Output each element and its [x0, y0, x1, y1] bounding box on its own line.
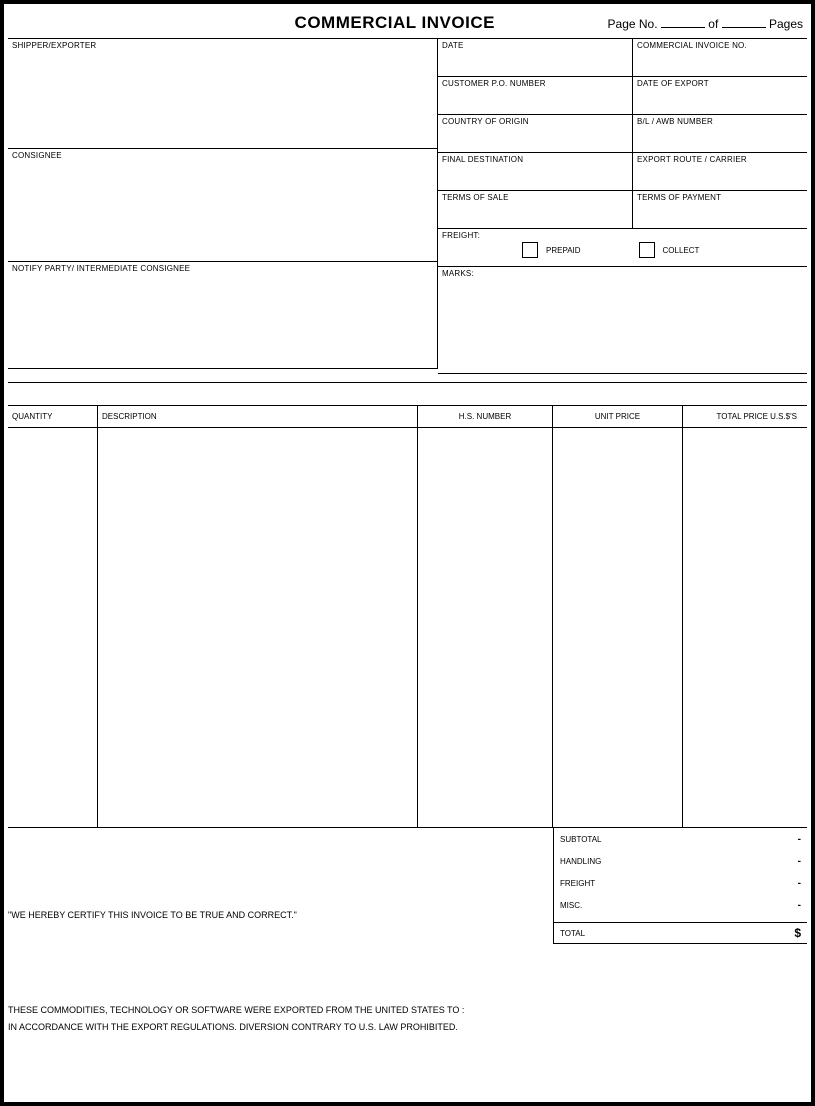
page-number-area: Page No. of Pages	[608, 16, 803, 31]
header-row: COMMERCIAL INVOICE Page No. of Pages	[8, 8, 807, 38]
freight-label: FREIGHT:	[442, 231, 803, 240]
export-route-box[interactable]: EXPORT ROUTE / CARRIER	[633, 153, 807, 191]
export-date-label: DATE OF EXPORT	[637, 79, 803, 88]
consignee-label: CONSIGNEE	[12, 151, 433, 160]
page-no-field[interactable]	[661, 16, 705, 28]
terms-sale-box[interactable]: TERMS OF SALE	[438, 191, 633, 229]
col-total-price-body[interactable]	[683, 428, 807, 827]
pages-total-field[interactable]	[722, 16, 766, 28]
col-unit-price-header: UNIT PRICE	[553, 406, 683, 427]
certification-text: "WE HEREBY CERTIFY THIS INVOICE TO BE TR…	[8, 910, 553, 920]
misc-label: MISC.	[560, 901, 582, 910]
handling-value[interactable]: -	[798, 856, 801, 867]
final-destination-label: FINAL DESTINATION	[442, 155, 628, 164]
separator-band	[8, 382, 807, 406]
subtotal-label: SUBTOTAL	[560, 835, 602, 844]
col-hs-header: H.S. NUMBER	[418, 406, 553, 427]
freight-row: FREIGHT: PREPAID COLLECT	[438, 229, 807, 267]
terms-payment-box[interactable]: TERMS OF PAYMENT	[633, 191, 807, 229]
prepaid-label: PREPAID	[546, 246, 581, 255]
misc-row: MISC. -	[554, 894, 807, 916]
pages-label: Pages	[769, 17, 803, 31]
freight-total-row: FREIGHT -	[554, 872, 807, 894]
misc-value[interactable]: -	[798, 900, 801, 911]
certification-area: "WE HEREBY CERTIFY THIS INVOICE TO BE TR…	[8, 828, 553, 944]
bottom-area: "WE HEREBY CERTIFY THIS INVOICE TO BE TR…	[8, 828, 807, 944]
consignee-box[interactable]: CONSIGNEE	[8, 149, 438, 262]
prepaid-checkbox[interactable]	[522, 242, 538, 258]
col-hs-body[interactable]	[418, 428, 553, 827]
of-label: of	[708, 17, 718, 31]
invoice-no-box[interactable]: COMMERCIAL INVOICE NO.	[633, 39, 807, 77]
final-destination-box[interactable]: FINAL DESTINATION	[438, 153, 633, 191]
customer-po-label: CUSTOMER P.O. NUMBER	[442, 79, 628, 88]
col-quantity-header: QUANTITY	[8, 406, 98, 427]
country-origin-box[interactable]: COUNTRY OF ORIGIN	[438, 115, 633, 153]
handling-label: HANDLING	[560, 857, 601, 866]
subtotal-row: SUBTOTAL -	[554, 828, 807, 850]
items-table-header: QUANTITY DESCRIPTION H.S. NUMBER UNIT PR…	[8, 406, 807, 428]
col-unit-price-body[interactable]	[553, 428, 683, 827]
col-total-price-header: TOTAL PRICE U.S.$'S	[683, 406, 807, 427]
collect-checkbox[interactable]	[639, 242, 655, 258]
total-row: TOTAL $	[554, 922, 807, 944]
notify-label: NOTIFY PARTY/ INTERMEDIATE CONSIGNEE	[12, 264, 433, 273]
export-date-box[interactable]: DATE OF EXPORT	[633, 77, 807, 115]
handling-row: HANDLING -	[554, 850, 807, 872]
shipper-label: SHIPPER/EXPORTER	[12, 41, 433, 50]
collect-label: COLLECT	[663, 246, 700, 255]
bl-awb-label: B/L / AWB NUMBER	[637, 117, 803, 126]
totals-box: SUBTOTAL - HANDLING - FREIGHT - MISC. - …	[553, 828, 807, 944]
top-grid: SHIPPER/EXPORTER CONSIGNEE NOTIFY PARTY/…	[8, 38, 807, 374]
notify-party-box[interactable]: NOTIFY PARTY/ INTERMEDIATE CONSIGNEE	[8, 262, 438, 369]
terms-payment-label: TERMS OF PAYMENT	[637, 193, 803, 202]
marks-box[interactable]: MARKS:	[438, 267, 807, 374]
invoice-no-label: COMMERCIAL INVOICE NO.	[637, 41, 803, 50]
date-label: DATE	[442, 41, 628, 50]
invoice-page: COMMERCIAL INVOICE Page No. of Pages SHI…	[0, 0, 815, 1106]
date-box[interactable]: DATE	[438, 39, 633, 77]
items-table-body[interactable]	[8, 428, 807, 828]
country-origin-label: COUNTRY OF ORIGIN	[442, 117, 628, 126]
right-column: DATE COMMERCIAL INVOICE NO. CUSTOMER P.O…	[438, 39, 807, 374]
col-description-body[interactable]	[98, 428, 418, 827]
subtotal-value[interactable]: -	[798, 834, 801, 845]
page-title: COMMERCIAL INVOICE	[12, 13, 608, 33]
col-description-header: DESCRIPTION	[98, 406, 418, 427]
shipper-exporter-box[interactable]: SHIPPER/EXPORTER	[8, 39, 438, 149]
page-no-label: Page No.	[608, 17, 658, 31]
bl-awb-box[interactable]: B/L / AWB NUMBER	[633, 115, 807, 153]
notice-line-2: IN ACCORDANCE WITH THE EXPORT REGULATION…	[8, 1019, 807, 1036]
export-route-label: EXPORT ROUTE / CARRIER	[637, 155, 803, 164]
freight-total-value[interactable]: -	[798, 878, 801, 889]
left-column: SHIPPER/EXPORTER CONSIGNEE NOTIFY PARTY/…	[8, 39, 438, 374]
export-notices: THESE COMMODITIES, TECHNOLOGY OR SOFTWAR…	[8, 1002, 807, 1036]
notice-line-1: THESE COMMODITIES, TECHNOLOGY OR SOFTWAR…	[8, 1002, 807, 1019]
col-quantity-body[interactable]	[8, 428, 98, 827]
total-label: TOTAL	[560, 929, 585, 938]
marks-label: MARKS:	[442, 269, 803, 278]
terms-sale-label: TERMS OF SALE	[442, 193, 628, 202]
freight-total-label: FREIGHT	[560, 879, 595, 888]
customer-po-box[interactable]: CUSTOMER P.O. NUMBER	[438, 77, 633, 115]
total-value[interactable]: $	[794, 926, 801, 940]
